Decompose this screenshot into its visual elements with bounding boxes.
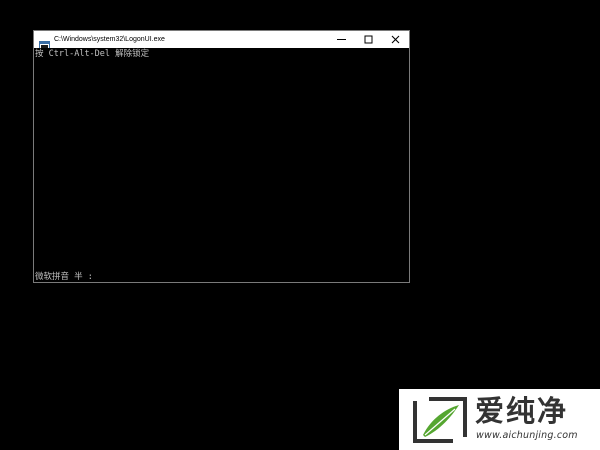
console-window[interactable]: C:\Windows\system32\LogonUI.exe 按 Ctrl-A… xyxy=(33,30,410,283)
minimize-button[interactable] xyxy=(328,31,355,48)
ime-status-text: 微软拼音 半 : xyxy=(35,272,93,282)
site-watermark: 爱纯净 www.aichunjing.com xyxy=(399,389,600,450)
console-app-icon xyxy=(39,35,50,50)
unlock-prompt-text: 按 Ctrl-Alt-Del 解除锁定 xyxy=(35,49,150,59)
maximize-button[interactable] xyxy=(355,31,382,48)
watermark-brand: 爱纯净 xyxy=(475,394,595,428)
watermark-url: www.aichunjing.com xyxy=(476,430,578,441)
close-button[interactable] xyxy=(382,31,409,48)
leaf-logo-icon xyxy=(413,397,467,443)
maximize-icon xyxy=(364,35,373,44)
title-bar[interactable]: C:\Windows\system32\LogonUI.exe xyxy=(34,31,409,50)
close-icon xyxy=(391,35,400,44)
console-output-area[interactable]: 按 Ctrl-Alt-Del 解除锁定 微软拼音 半 : xyxy=(34,48,409,282)
window-title: C:\Windows\system32\LogonUI.exe xyxy=(54,36,165,43)
watermark-brand-text: 爱纯净 xyxy=(475,394,569,428)
minimize-icon xyxy=(337,39,346,40)
lock-screen-desktop: C:\Windows\system32\LogonUI.exe 按 Ctrl-A… xyxy=(0,0,600,450)
